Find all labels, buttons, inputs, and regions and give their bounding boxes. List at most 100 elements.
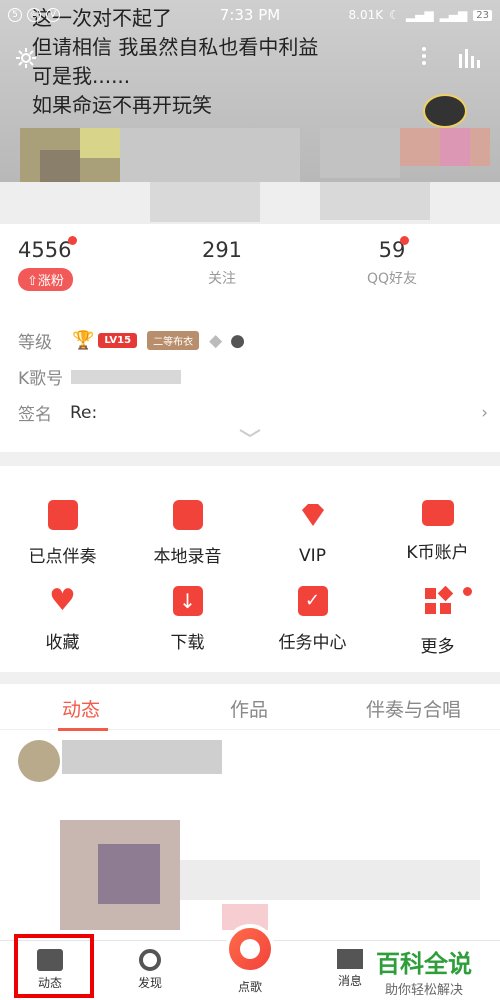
notification-icon: ◎ bbox=[27, 8, 41, 22]
blurred-block bbox=[80, 128, 120, 158]
nav-sing[interactable]: 点歌 bbox=[220, 975, 280, 995]
nav-discover[interactable]: 发现 bbox=[120, 949, 180, 991]
following-count: 291 bbox=[201, 238, 243, 262]
menu-favorites[interactable]: ♥ 收藏 bbox=[0, 583, 125, 654]
trophy-icon: 🏆 bbox=[72, 330, 95, 351]
nav-messages-label: 消息 bbox=[337, 974, 362, 988]
menu-label: 本地录音 bbox=[153, 547, 222, 567]
new-fans-dot bbox=[68, 236, 77, 245]
qq-friends-dot bbox=[400, 236, 409, 245]
menu-more[interactable]: 更多 bbox=[375, 585, 500, 657]
local-record-icon bbox=[172, 500, 203, 530]
signature-label: 签名 bbox=[18, 405, 52, 425]
notification-icon: V bbox=[46, 8, 60, 22]
more-new-dot bbox=[463, 587, 472, 596]
kid-row: K歌号 bbox=[18, 364, 182, 389]
status-bar: 5 ◎ V 7:33 PM 8.01K ☾ ▂▄▆ ▂▄▆ 23 bbox=[0, 0, 500, 30]
blurred-block bbox=[150, 182, 260, 222]
watermark-title: 百科全说 bbox=[376, 950, 472, 978]
level-row: 等级 🏆 LV15 二等布衣 ◆ ● bbox=[18, 328, 245, 353]
crown-avatar-icon bbox=[423, 94, 467, 128]
menu-download[interactable]: ↓ 下载 bbox=[125, 586, 250, 653]
signal-icon: ▂▄▆ bbox=[405, 8, 434, 22]
blurred-text bbox=[180, 860, 480, 900]
qq-friends-label: QQ好友 bbox=[366, 271, 418, 287]
nav-messages[interactable]: 消息 bbox=[320, 949, 380, 989]
blurred-block bbox=[320, 128, 400, 178]
menu-label: 收藏 bbox=[45, 633, 80, 653]
blurred-kid-value bbox=[71, 369, 182, 384]
nav-discover-label: 发现 bbox=[137, 976, 162, 990]
moon-icon: ☾ bbox=[389, 8, 400, 22]
menu-label: 任务中心 bbox=[278, 633, 347, 653]
signal-icon: ▂▄▆ bbox=[439, 8, 468, 22]
blurred-name bbox=[62, 740, 222, 774]
menu-label: K币账户 bbox=[406, 543, 469, 563]
search-icon bbox=[139, 949, 161, 971]
level-label: 等级 bbox=[18, 333, 52, 353]
tab-feed[interactable]: 动态 bbox=[62, 695, 100, 722]
level-badge: LV15 bbox=[98, 333, 138, 348]
heart-icon: ♥ bbox=[49, 583, 76, 618]
fans-badge-label: 涨粉 bbox=[37, 274, 64, 289]
menu-accompaniment[interactable]: 已点伴奏 bbox=[0, 500, 125, 567]
envelope-icon bbox=[337, 949, 363, 969]
fans-stat[interactable]: 4556 ⇧涨粉 bbox=[18, 238, 78, 291]
menu-vip[interactable]: VIP bbox=[250, 500, 375, 566]
blurred-block bbox=[40, 150, 80, 182]
nav-sing-label: 点歌 bbox=[237, 980, 262, 994]
download-icon: ↓ bbox=[172, 586, 203, 616]
expand-chevron-icon[interactable] bbox=[238, 428, 262, 438]
menu-local-record[interactable]: 本地录音 bbox=[125, 500, 250, 567]
lyric-line: 如果命运不再开玩笑 bbox=[32, 93, 212, 117]
blurred-block bbox=[320, 182, 430, 220]
chevron-right-icon: › bbox=[481, 402, 488, 423]
settings-gear-icon[interactable] bbox=[14, 46, 38, 70]
microphone-icon bbox=[240, 939, 260, 959]
equalizer-icon[interactable] bbox=[456, 46, 482, 70]
blurred-name bbox=[120, 128, 300, 182]
watermark-subtitle: 助你轻松解决 bbox=[384, 983, 463, 998]
menu-label: 已点伴奏 bbox=[28, 547, 97, 567]
function-menu: 已点伴奏 本地录音 VIP K币账户 ♥ 收藏 ↓ 下载 ✓ 任务中心 更多 bbox=[0, 466, 500, 672]
pet-icon: ● bbox=[230, 330, 245, 351]
clock: 7:33 PM bbox=[219, 6, 281, 24]
lyric-line: 但请相信 我虽然自私也看中利益 bbox=[32, 35, 319, 59]
vip-diamond-icon bbox=[301, 504, 324, 526]
notification-icon: 5 bbox=[8, 8, 22, 22]
blurred-avatar bbox=[18, 740, 60, 782]
more-grid-icon bbox=[424, 585, 453, 614]
wallet-icon bbox=[421, 500, 454, 526]
following-label: 关注 bbox=[208, 271, 236, 287]
task-calendar-icon: ✓ bbox=[297, 586, 328, 616]
tab-works[interactable]: 作品 bbox=[230, 695, 268, 722]
watermark: 百科全说 助你轻松解决 bbox=[376, 944, 472, 998]
active-tab-indicator bbox=[58, 728, 108, 731]
network-speed: 8.01K bbox=[348, 8, 384, 22]
following-stat[interactable]: 291 关注 bbox=[190, 238, 254, 288]
annotation-highlight-box bbox=[14, 934, 94, 998]
fans-growth-badge[interactable]: ⇧涨粉 bbox=[18, 268, 73, 291]
sing-button[interactable] bbox=[225, 924, 275, 974]
menu-label: VIP bbox=[299, 546, 326, 566]
signature-value: Re: bbox=[70, 402, 98, 423]
signature-row[interactable]: 签名 Re: › bbox=[18, 400, 488, 426]
more-vertical-icon[interactable] bbox=[417, 44, 431, 72]
lyric-line: 可是我...... bbox=[32, 64, 131, 88]
kid-label: K歌号 bbox=[18, 369, 64, 389]
blurred-block bbox=[98, 844, 160, 904]
profile-page: 这一次对不起了 但请相信 我虽然自私也看中利益 可是我...... 如果命运不再… bbox=[0, 0, 500, 1000]
rank-badge: 二等布衣 bbox=[147, 331, 200, 350]
menu-wallet[interactable]: K币账户 bbox=[375, 500, 500, 563]
qq-friends-count: 59 bbox=[378, 238, 406, 262]
accompaniment-icon bbox=[47, 500, 78, 530]
menu-label: 更多 bbox=[420, 637, 455, 657]
qq-friends-stat[interactable]: 59 QQ好友 bbox=[360, 238, 424, 288]
tab-accompaniment-chorus[interactable]: 伴奏与合唱 bbox=[366, 695, 461, 722]
blurred-block bbox=[440, 128, 470, 166]
menu-label: 下载 bbox=[170, 633, 205, 653]
content-tabs: 动态 作品 伴奏与合唱 bbox=[0, 684, 500, 731]
battery-icon: 23 bbox=[473, 9, 492, 21]
diamond-icon: ◆ bbox=[209, 330, 223, 351]
menu-task-center[interactable]: ✓ 任务中心 bbox=[250, 586, 375, 653]
